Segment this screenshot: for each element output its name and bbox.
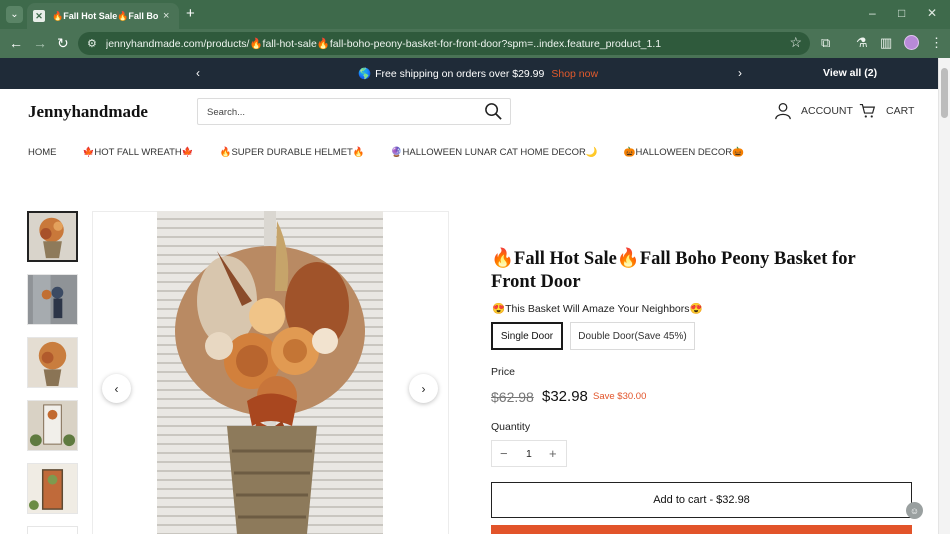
gallery-thumbnail[interactable] — [27, 526, 78, 534]
back-icon[interactable]: ← — [9, 34, 23, 52]
minimize-button[interactable]: – — [869, 6, 876, 20]
thumbnail-image — [28, 338, 77, 387]
labs-flask-icon[interactable]: ⚗ — [856, 35, 868, 51]
variant-double-door[interactable]: Double Door(Save 45%) — [570, 322, 695, 350]
gallery-thumbnail[interactable] — [27, 274, 78, 325]
quantity-label: Quantity — [491, 421, 531, 433]
quantity-stepper: − 1 + — [491, 440, 567, 467]
account-label: ACCOUNT — [801, 105, 853, 117]
close-window-button[interactable]: ✕ — [927, 6, 937, 20]
product-title: 🔥Fall Hot Sale🔥Fall Boho Peony Basket fo… — [491, 249, 856, 292]
search-box[interactable]: Search... — [197, 98, 511, 125]
variant-single-door[interactable]: Single Door — [491, 322, 563, 350]
quantity-minus-button[interactable]: − — [500, 446, 508, 461]
gallery-prev-button[interactable]: ‹ — [102, 374, 131, 403]
menu-item-halloween-decor[interactable]: 🎃HALLOWEEN DECOR🎃 — [624, 147, 744, 158]
favicon-icon: ✕ — [33, 10, 45, 22]
side-panel-icon[interactable]: ▥ — [880, 35, 892, 51]
menu-item-lunar-cat[interactable]: 🔮HALLOWEEN LUNAR CAT HOME DECOR🌙 — [391, 147, 598, 158]
forward-icon[interactable]: → — [33, 34, 47, 52]
view-all-link[interactable]: View all (2) — [823, 67, 877, 79]
url-text[interactable]: jennyhandmade.com/products/🔥fall-hot-sal… — [106, 37, 786, 50]
shop-now-link[interactable]: Shop now — [551, 68, 598, 80]
quantity-plus-button[interactable]: + — [549, 446, 557, 461]
tab-close-icon[interactable]: × — [163, 10, 169, 22]
announcement-prev-icon[interactable]: ‹ — [196, 66, 200, 80]
menu-item-helmet[interactable]: 🔥SUPER DURABLE HELMET🔥 — [220, 147, 365, 158]
account-link[interactable]: ACCOUNT — [774, 102, 853, 120]
address-bar[interactable]: ⚙ jennyhandmade.com/products/🔥fall-hot-s… — [78, 32, 810, 55]
gallery-next-button[interactable]: › — [409, 374, 438, 403]
site-info-icon[interactable]: ⚙ — [87, 37, 97, 50]
main-menu: HOME 🍁HOT FALL WREATH🍁 🔥SUPER DURABLE HE… — [28, 147, 770, 158]
bookmark-star-icon[interactable]: ☆ — [789, 34, 802, 51]
price-label: Price — [491, 366, 515, 378]
savings-badge: Save $30.00 — [593, 391, 647, 402]
profile-avatar[interactable] — [904, 35, 919, 50]
thumbnail-image — [28, 275, 77, 324]
buy-now-button[interactable] — [491, 525, 912, 534]
page-scrollbar[interactable] — [938, 58, 950, 534]
user-icon — [775, 102, 791, 120]
maximize-button[interactable]: □ — [898, 6, 905, 20]
announcement-message: 🌎 Free shipping on orders over $29.99 Shop… — [358, 67, 598, 80]
reload-icon[interactable]: ↻ — [57, 34, 69, 52]
browser-tab-bar: ⌄ ✕ 🔥Fall Hot Sale🔥Fall Boho Pe × + – □ … — [0, 0, 950, 29]
main-product-image[interactable] — [157, 211, 383, 534]
menu-item-hot-fall-wreath[interactable]: 🍁HOT FALL WREATH🍁 — [83, 147, 194, 158]
tab-title: 🔥Fall Hot Sale🔥Fall Boho Pe — [52, 10, 158, 21]
site-header: Jennyhandmade Search... ACCOUNT CART — [0, 89, 938, 135]
cart-icon — [859, 103, 876, 118]
product-tagline: 😍This Basket Will Amaze Your Neighbors😍 — [492, 303, 703, 315]
announcement-next-icon[interactable]: › — [738, 66, 742, 80]
scrollbar-thumb[interactable] — [941, 68, 948, 118]
search-input[interactable]: Search... — [207, 107, 245, 118]
sale-price: $32.98 — [542, 388, 588, 405]
browser-toolbar: ← → ↻ ⚙ jennyhandmade.com/products/🔥fall… — [0, 29, 950, 58]
thumbnail-image — [29, 213, 76, 260]
product-photo — [157, 211, 383, 534]
announcement-text: Free shipping on orders over $29.99 — [375, 68, 545, 80]
cart-label: CART — [886, 104, 915, 117]
add-to-cart-button[interactable]: Add to cart - $32.98 — [491, 482, 912, 518]
tab-search-menu-icon[interactable]: ⌄ — [6, 6, 23, 23]
extensions-icon[interactable]: ⧉ — [821, 35, 830, 51]
search-icon[interactable] — [484, 102, 503, 121]
globe-icon: 🌎 — [358, 68, 372, 80]
gallery-thumbnail[interactable] — [27, 400, 78, 451]
new-tab-button[interactable]: + — [186, 5, 195, 22]
gallery-thumbnail[interactable] — [27, 463, 78, 514]
menu-item-home[interactable]: HOME — [28, 147, 57, 158]
site-logo[interactable]: Jennyhandmade — [28, 102, 148, 122]
browser-tab[interactable]: ✕ 🔥Fall Hot Sale🔥Fall Boho Pe × — [27, 3, 179, 29]
compare-at-price: $62.98 — [491, 389, 534, 405]
gallery-thumbnail[interactable] — [27, 211, 78, 262]
thumbnail-image — [28, 401, 77, 450]
floating-help-icon[interactable]: ☺ — [906, 502, 923, 519]
quantity-input[interactable]: 1 — [526, 448, 532, 460]
browser-menu-icon[interactable]: ⋮ — [930, 35, 943, 51]
announcement-bar: ‹ 🌎 Free shipping on orders over $29.99 Sh… — [0, 58, 938, 89]
thumbnail-image — [28, 464, 77, 513]
gallery-thumbnail[interactable] — [27, 337, 78, 388]
cart-link[interactable]: CART — [859, 102, 914, 119]
